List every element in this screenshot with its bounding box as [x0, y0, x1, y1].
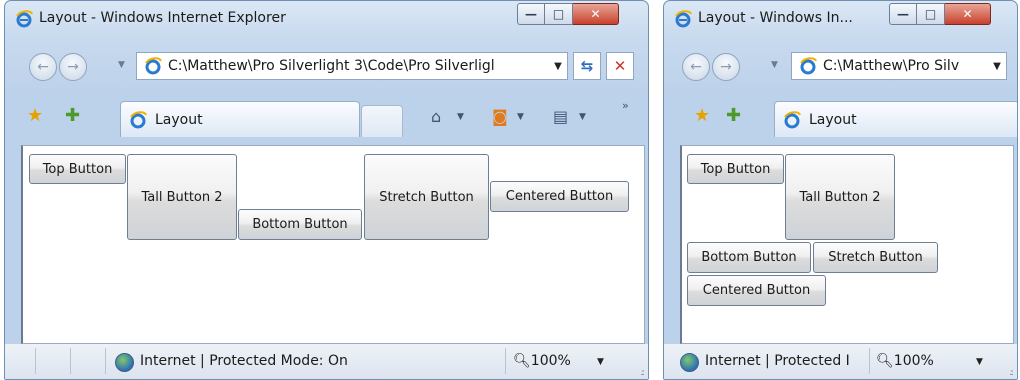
zoom-control[interactable]: 🔍︎100%: [876, 353, 934, 369]
chevron-more-icon[interactable]: »: [622, 99, 629, 112]
tab-ie-icon: [130, 110, 147, 128]
favorites-star-icon[interactable]: ★: [27, 105, 43, 126]
favorites-star-icon[interactable]: ★: [694, 105, 710, 126]
zoom-dropdown[interactable]: ▼: [976, 357, 983, 367]
address-row: ← → ▼ C:\Matthew\Pro Silverlight 3\Code\…: [5, 39, 648, 81]
status-divider: [105, 348, 106, 374]
feeds-dropdown[interactable]: ▼: [517, 112, 524, 122]
zoom-magnifier-icon: 🔍︎: [513, 353, 531, 369]
status-divider: [70, 348, 71, 374]
status-divider: [35, 348, 36, 374]
tall-button-2[interactable]: Tall Button 2: [127, 154, 237, 240]
forward-button[interactable]: →: [712, 53, 740, 81]
tall-button-2[interactable]: Tall Button 2: [785, 154, 895, 240]
zoom-level: 100%: [893, 353, 934, 369]
tab-layout[interactable]: Layout: [774, 101, 1017, 137]
window-title: Layout - Windows In...: [698, 10, 853, 26]
maximize-button[interactable]: □: [917, 3, 945, 25]
recent-pages-dropdown[interactable]: ▼: [771, 60, 778, 70]
caption-buttons: — □ ✕: [889, 3, 991, 25]
title-bar[interactable]: Layout - Windows Internet Explorer — □ ✕: [5, 1, 648, 35]
tab-label: Layout: [155, 111, 203, 128]
page-ie-icon: [145, 57, 162, 75]
zoom-control[interactable]: 🔍︎100%: [513, 353, 571, 369]
minimize-button[interactable]: —: [517, 3, 545, 25]
ie-logo-icon: [16, 10, 33, 28]
close-button[interactable]: ✕: [573, 3, 619, 25]
forward-button[interactable]: →: [59, 53, 87, 81]
address-row: ← → ▼ C:\Matthew\Pro Silv ▼: [664, 39, 1017, 81]
tab-row: ★ ✚ Layout: [664, 95, 1017, 145]
silverlight-content-area: Top Button Tall Button 2 Bottom Button S…: [680, 145, 1014, 344]
add-favorites-icon[interactable]: ✚: [65, 105, 80, 126]
browser-window-narrow: Layout - Windows In... — □ ✕ ← → ▼ C:\Ma…: [663, 0, 1018, 380]
add-favorites-icon[interactable]: ✚: [726, 105, 741, 126]
silverlight-content-area: Top Button Tall Button 2 Bottom Button S…: [21, 145, 645, 344]
zoom-magnifier-icon: 🔍︎: [876, 353, 894, 369]
stop-button[interactable]: ✕: [606, 52, 634, 80]
resize-grip[interactable]: .::: [640, 368, 645, 378]
home-dropdown[interactable]: ▼: [457, 112, 464, 122]
bottom-button[interactable]: Bottom Button: [687, 242, 811, 273]
caption-buttons: — □ ✕: [517, 3, 619, 25]
bottom-button[interactable]: Bottom Button: [238, 209, 362, 240]
page-ie-icon: [800, 57, 817, 75]
minimize-button[interactable]: —: [889, 3, 917, 25]
top-button[interactable]: Top Button: [29, 154, 126, 184]
status-divider: [505, 348, 506, 374]
stop-icon: ✕: [613, 57, 627, 75]
status-bar: Internet | Protected I 🔍︎100% ▼ .::: [664, 344, 1017, 379]
address-text: C:\Matthew\Pro Silv: [823, 58, 960, 74]
stretch-button[interactable]: Stretch Button: [813, 242, 938, 273]
address-bar[interactable]: C:\Matthew\Pro Silverlight 3\Code\Pro Si…: [136, 52, 568, 80]
tab-label: Layout: [809, 111, 857, 128]
back-button[interactable]: ←: [29, 53, 57, 81]
centered-button[interactable]: Centered Button: [687, 275, 826, 306]
stretch-button[interactable]: Stretch Button: [364, 154, 489, 240]
address-text: C:\Matthew\Pro Silverlight 3\Code\Pro Si…: [168, 58, 495, 74]
print-icon[interactable]: ▤: [553, 107, 568, 126]
ie-logo-icon: [675, 10, 692, 28]
refresh-icon: ⇆: [580, 57, 594, 75]
tab-layout[interactable]: Layout: [120, 101, 360, 137]
tab-row: ★ ✚ Layout ⌂ ▼ ◙ ▼ ▤ ▼ »: [5, 95, 648, 145]
refresh-button[interactable]: ⇆: [573, 52, 601, 80]
print-dropdown[interactable]: ▼: [579, 112, 586, 122]
window-title: Layout - Windows Internet Explorer: [39, 10, 286, 26]
title-bar[interactable]: Layout - Windows In... — □ ✕: [664, 1, 1017, 35]
globe-icon: [680, 353, 699, 372]
new-tab-button[interactable]: [361, 105, 403, 137]
maximize-button[interactable]: □: [545, 3, 573, 25]
globe-icon: [115, 353, 134, 372]
home-icon[interactable]: ⌂: [431, 107, 441, 126]
zoom-level: 100%: [530, 353, 571, 369]
rss-feed-icon[interactable]: ◙: [492, 107, 508, 126]
browser-window-wide: Layout - Windows Internet Explorer — □ ✕…: [4, 0, 649, 380]
zone-status-text[interactable]: Internet | Protected Mode: On: [140, 353, 348, 369]
top-button[interactable]: Top Button: [687, 154, 784, 184]
status-bar: Internet | Protected Mode: On 🔍︎100% ▼ .…: [5, 344, 648, 379]
recent-pages-dropdown[interactable]: ▼: [118, 60, 125, 70]
resize-grip[interactable]: .::: [1009, 368, 1014, 378]
address-dropdown[interactable]: ▼: [988, 61, 1006, 72]
address-dropdown[interactable]: ▼: [549, 61, 567, 72]
centered-button[interactable]: Centered Button: [490, 181, 629, 212]
address-bar[interactable]: C:\Matthew\Pro Silv ▼: [791, 52, 1007, 80]
status-divider: [869, 348, 870, 374]
close-button[interactable]: ✕: [945, 3, 991, 25]
back-button[interactable]: ←: [682, 53, 710, 81]
zoom-dropdown[interactable]: ▼: [597, 357, 604, 367]
zone-status-text[interactable]: Internet | Protected I: [705, 353, 865, 369]
tab-ie-icon: [784, 110, 801, 128]
